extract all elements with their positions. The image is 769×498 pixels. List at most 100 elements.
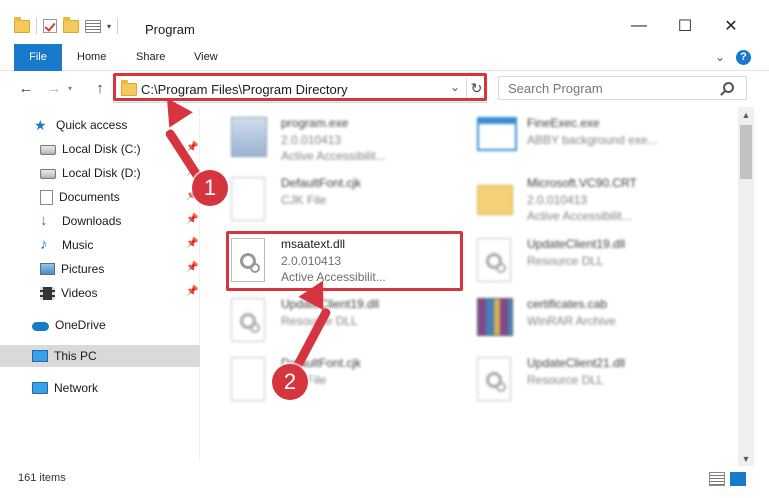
sidebar-item-network[interactable]: Network <box>0 377 200 399</box>
file-list: program.exe 2.0.010413 Active Accessibil… <box>201 107 738 462</box>
sidebar-item-documents[interactable]: Documents 📌 <box>0 186 200 208</box>
sidebar-item-label: Documents <box>59 190 120 204</box>
file-name: UpdateClient19.dll <box>281 297 380 311</box>
file-item[interactable]: Microsoft.VC90.CRT 2.0.010413 Active Acc… <box>477 173 717 229</box>
file-version: 2.0.010413 <box>527 193 588 207</box>
file-item[interactable]: FineExec.exe ABBY background exe... <box>477 113 717 169</box>
address-path[interactable]: C:\Program Files\Program Directory <box>141 82 348 97</box>
sidebar-item-downloads[interactable]: ↓ Downloads 📌 <box>0 210 200 232</box>
sidebar-item-label: Pictures <box>61 262 105 276</box>
file-name: certificates.cab <box>527 297 608 311</box>
file-version: 2.0.010413 <box>281 254 342 268</box>
sidebar-item-label: Quick access <box>56 118 128 132</box>
properties-check-icon[interactable] <box>43 19 57 33</box>
file-item[interactable]: UpdateClient19.dll Resource DLL <box>477 234 717 290</box>
pin-icon[interactable]: 📌 <box>186 239 198 249</box>
toolbar-divider <box>36 18 37 34</box>
pin-icon[interactable]: 📌 <box>186 191 198 201</box>
music-icon: ♪ <box>40 236 48 253</box>
dll-gear-icon <box>477 357 511 401</box>
folder-icon <box>477 185 513 215</box>
archive-icon <box>477 298 513 336</box>
tab-share[interactable]: Share <box>136 44 165 71</box>
sidebar-item-local-disk-c[interactable]: Local Disk (C:) 📌 <box>0 138 200 160</box>
help-icon[interactable]: ? <box>736 50 751 65</box>
sidebar-item-videos[interactable]: Videos 📌 <box>0 282 200 304</box>
search-input[interactable]: Search Program <box>508 81 603 96</box>
file-description: Active Accessibilit... <box>281 270 386 284</box>
details-view-icon[interactable] <box>709 472 725 486</box>
file-item-msaatext[interactable]: msaatext.dll 2.0.010413 Active Accessibi… <box>231 234 471 290</box>
pin-icon[interactable]: 📌 <box>186 263 198 273</box>
minimize-button[interactable]: — <box>624 14 654 38</box>
pin-icon[interactable]: 📌 <box>186 167 198 177</box>
scroll-thumb[interactable] <box>740 125 752 179</box>
tab-file[interactable]: File <box>14 44 62 71</box>
file-type: Resource DLL <box>527 373 604 387</box>
refresh-icon[interactable]: ↻ <box>466 78 486 98</box>
navigation-bar: ← → ▾ ↑ C:\Program Files\Program Directo… <box>0 71 769 107</box>
file-type: WinRAR Archive <box>527 314 616 328</box>
file-type: Resource DLL <box>281 314 358 328</box>
close-button[interactable]: ✕ <box>716 14 746 38</box>
file-description: Active Accessibilit... <box>527 209 632 223</box>
search-icon[interactable] <box>723 82 734 93</box>
star-icon: ★ <box>34 117 47 133</box>
scroll-down-arrow-icon[interactable]: ▼ <box>738 451 754 467</box>
tiles-view-icon[interactable] <box>730 472 746 486</box>
sidebar-item-local-disk-d[interactable]: Local Disk (D:) 📌 <box>0 162 200 184</box>
sidebar-item-quick-access[interactable]: ★ Quick access <box>0 114 200 136</box>
address-bar[interactable]: C:\Program Files\Program Directory ⌄ ↻ <box>113 74 487 103</box>
documents-icon <box>40 189 53 205</box>
tab-view[interactable]: View <box>194 44 218 71</box>
expand-ribbon-chevron-icon[interactable]: ⌄ <box>715 50 725 64</box>
quick-access-toolbar: ▾ <box>14 16 119 34</box>
tab-home[interactable]: Home <box>77 44 106 71</box>
address-dropdown-icon[interactable]: ⌄ <box>450 80 460 94</box>
file-name: UpdateClient19.dll <box>527 237 626 251</box>
back-arrow-icon[interactable]: ← <box>16 79 36 99</box>
vertical-scrollbar[interactable]: ▲ ▼ <box>738 107 754 467</box>
title-bar: ▾ Program — ☐ ✕ <box>0 0 769 44</box>
pin-icon[interactable]: 📌 <box>186 215 198 225</box>
file-name: FineExec.exe <box>527 116 600 130</box>
file-item[interactable]: program.exe 2.0.010413 Active Accessibil… <box>231 113 471 169</box>
file-name: DefaultFont.cjk <box>281 176 362 190</box>
folder-icon <box>121 80 137 96</box>
folder-icon <box>14 16 30 33</box>
pin-icon[interactable]: 📌 <box>186 143 198 153</box>
sidebar-item-this-pc[interactable]: This PC <box>0 345 200 367</box>
pin-icon[interactable]: 📌 <box>186 287 198 297</box>
customize-toolbar-icon[interactable] <box>85 19 101 33</box>
status-bar: 161 items <box>0 466 769 498</box>
up-arrow-icon[interactable]: ↑ <box>90 79 110 99</box>
scroll-up-arrow-icon[interactable]: ▲ <box>738 107 754 123</box>
exe-icon <box>231 117 267 157</box>
file-description: Active Accessibilit... <box>281 149 386 163</box>
file-version: 2.0.010413 <box>281 133 342 147</box>
sidebar-item-pictures[interactable]: Pictures 📌 <box>0 258 200 280</box>
file-name: program.exe <box>281 116 349 130</box>
file-item[interactable]: UpdateClient21.dll Resource DLL <box>477 353 717 409</box>
file-item[interactable]: UpdateClient19.dll Resource DLL <box>231 294 471 350</box>
dll-gear-icon <box>231 298 265 342</box>
dll-gear-icon <box>477 238 511 282</box>
recent-locations-chevron-icon[interactable]: ▾ <box>68 84 72 93</box>
search-box[interactable]: Search Program <box>498 76 747 100</box>
file-item[interactable]: certificates.cab WinRAR Archive <box>477 294 717 350</box>
sidebar-item-music[interactable]: ♪ Music 📌 <box>0 234 200 256</box>
file-description: ABBY background exe... <box>527 133 658 147</box>
sidebar-item-label: Videos <box>61 286 98 300</box>
file-item[interactable]: DefaultFont.cjk CJK File <box>231 353 471 409</box>
document-icon <box>231 357 265 401</box>
file-item[interactable]: DefaultFont.cjk CJK File <box>231 173 471 229</box>
forward-arrow-icon[interactable]: → <box>44 79 64 99</box>
new-folder-icon[interactable] <box>63 16 79 33</box>
sidebar-item-onedrive[interactable]: OneDrive <box>0 314 200 336</box>
toolbar-divider <box>117 18 119 34</box>
chevron-down-icon[interactable]: ▾ <box>107 22 111 31</box>
sidebar-item-label: Downloads <box>62 214 122 228</box>
file-name: Microsoft.VC90.CRT <box>527 176 637 190</box>
item-count: 161 items <box>18 472 66 484</box>
maximize-button[interactable]: ☐ <box>670 14 700 38</box>
